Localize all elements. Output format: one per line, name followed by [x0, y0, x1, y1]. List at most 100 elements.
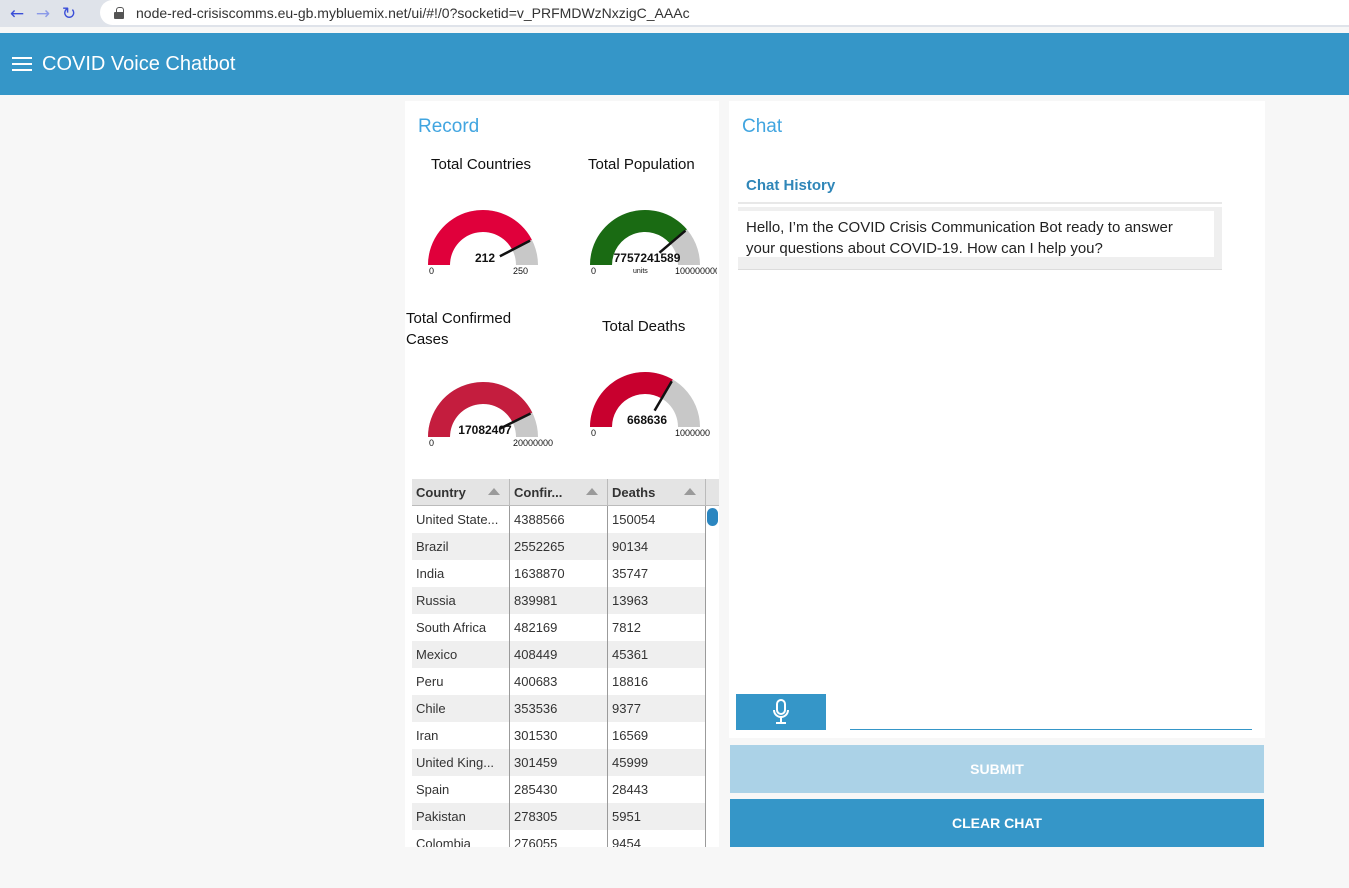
- sort-arrow-icon: [488, 488, 500, 495]
- cell-confirmed: 4388566: [510, 506, 608, 533]
- table-row[interactable]: Iran 301530 16569: [412, 722, 719, 749]
- table-row[interactable]: Mexico 408449 45361: [412, 641, 719, 668]
- cell-country: United State...: [412, 506, 510, 533]
- cell-country: United King...: [412, 749, 510, 776]
- chat-history: Hello, I’m the COVID Crisis Communicatio…: [738, 207, 1222, 270]
- cell-deaths: 9377: [608, 695, 706, 722]
- chat-history-title: Chat History: [746, 177, 836, 194]
- cell-deaths: 16569: [608, 722, 706, 749]
- country-table: Country Confir... Deaths United State...…: [412, 479, 719, 847]
- chat-title: Chat: [742, 116, 783, 137]
- table-row[interactable]: United King... 301459 45999: [412, 749, 719, 776]
- cell-deaths: 7812: [608, 614, 706, 641]
- gauge-min-label: 0: [591, 428, 597, 438]
- cell-deaths: 28443: [608, 776, 706, 803]
- table-row[interactable]: Spain 285430 28443: [412, 776, 719, 803]
- gauge-min-label: 0: [429, 438, 435, 448]
- cell-confirmed: 301530: [510, 722, 608, 749]
- chat-message: Hello, I’m the COVID Crisis Communicatio…: [738, 211, 1214, 257]
- cell-confirmed: 839981: [510, 587, 608, 614]
- gauge-title-confirmed: Total Confirmed Cases: [406, 310, 512, 348]
- cell-confirmed: 400683: [510, 668, 608, 695]
- address-bar[interactable]: node-red-crisiscomms.eu-gb.mybluemix.net…: [100, 0, 1349, 25]
- cell-confirmed: 482169: [510, 614, 608, 641]
- cell-confirmed: 2552265: [510, 533, 608, 560]
- cell-deaths: 18816: [608, 668, 706, 695]
- cell-country: India: [412, 560, 510, 587]
- gauge-max-label: 250: [513, 266, 529, 276]
- gauge-value: 668636: [626, 413, 668, 427]
- gauge-max-label: 20000000: [513, 438, 554, 448]
- cell-deaths: 45361: [608, 641, 706, 668]
- reload-icon[interactable]: ↻: [56, 2, 82, 26]
- microphone-icon: [773, 699, 789, 724]
- cell-deaths: 35747: [608, 560, 706, 587]
- gauge-max-label: 10000000000: [675, 266, 717, 276]
- gauge-value: 17082407: [458, 423, 512, 437]
- submit-button[interactable]: SUBMIT: [730, 745, 1264, 793]
- record-card: Record Total Countries 212 0 250 Total Pop…: [405, 101, 719, 847]
- table-row[interactable]: Pakistan 278305 5951: [412, 803, 719, 830]
- cell-country: Mexico: [412, 641, 510, 668]
- cell-country: Russia: [412, 587, 510, 614]
- table-row[interactable]: South Africa 482169 7812: [412, 614, 719, 641]
- cell-country: Brazil: [412, 533, 510, 560]
- table-row[interactable]: United State... 4388566 150054: [412, 506, 719, 533]
- chat-input[interactable]: [850, 701, 1252, 730]
- cell-confirmed: 353536: [510, 695, 608, 722]
- gauge-max-label: 1000000: [675, 428, 711, 438]
- gauge-confirmed: 17082407 0 20000000: [425, 373, 555, 453]
- url-text: node-red-crisiscomms.eu-gb.mybluemix.net…: [136, 4, 690, 21]
- table-row[interactable]: Peru 400683 18816: [412, 668, 719, 695]
- cell-confirmed: 285430: [510, 776, 608, 803]
- record-title: Record: [418, 116, 480, 137]
- cell-deaths: 90134: [608, 533, 706, 560]
- cell-confirmed: 1638870: [510, 560, 608, 587]
- gauge-min-label: 0: [429, 266, 435, 276]
- sort-arrow-icon: [586, 488, 598, 495]
- gauge-population: 7757241589 0 10000000000 units: [587, 201, 717, 281]
- gauge-min-label: 0: [591, 266, 597, 276]
- cell-deaths: 45999: [608, 749, 706, 776]
- cell-deaths: 9454: [608, 830, 706, 847]
- clear-chat-button[interactable]: CLEAR CHAT: [730, 799, 1264, 847]
- cell-confirmed: 301459: [510, 749, 608, 776]
- browser-toolbar: ← → ↻ node-red-crisiscomms.eu-gb.mybluem…: [0, 0, 1349, 27]
- mic-button[interactable]: [736, 694, 826, 730]
- gauge-value: 212: [474, 251, 496, 265]
- gauge-units: units: [633, 268, 648, 275]
- cell-deaths: 13963: [608, 587, 706, 614]
- scroll-thumb[interactable]: [707, 508, 718, 526]
- back-arrow-icon[interactable]: ←: [4, 2, 30, 26]
- table-body: United State... 4388566 150054 Brazil 255226…: [412, 506, 719, 847]
- cell-deaths: 5951: [608, 803, 706, 830]
- table-row[interactable]: Colombia 276055 9454: [412, 830, 719, 847]
- cell-country: Chile: [412, 695, 510, 722]
- cell-confirmed: 278305: [510, 803, 608, 830]
- gauge-title-countries: Total Countries: [431, 156, 532, 173]
- column-header-country[interactable]: Country: [412, 479, 510, 506]
- gauge-title-deaths: Total Deaths: [602, 318, 686, 335]
- column-header-confirmed[interactable]: Confir...: [510, 479, 608, 506]
- cell-country: Colombia: [412, 830, 510, 847]
- cell-confirmed: 408449: [510, 641, 608, 668]
- table-scrollbar[interactable]: [706, 506, 719, 847]
- cell-country: Pakistan: [412, 803, 510, 830]
- cell-country: Peru: [412, 668, 510, 695]
- app-header: COVID Voice Chatbot: [0, 33, 1349, 95]
- table-header: Country Confir... Deaths: [412, 479, 719, 506]
- gauge-deaths: 668636 0 1000000: [587, 363, 717, 443]
- cell-country: Iran: [412, 722, 510, 749]
- table-row[interactable]: India 1638870 35747: [412, 560, 719, 587]
- gauge-title-population: Total Population: [588, 156, 695, 173]
- column-header-deaths[interactable]: Deaths: [608, 479, 706, 506]
- gauge-countries: 212 0 250: [425, 201, 555, 281]
- menu-icon[interactable]: [12, 57, 32, 71]
- page-title: COVID Voice Chatbot: [42, 52, 236, 75]
- table-row[interactable]: Russia 839981 13963: [412, 587, 719, 614]
- lock-icon: [114, 7, 124, 19]
- forward-arrow-icon[interactable]: →: [30, 2, 56, 26]
- table-row[interactable]: Chile 353536 9377: [412, 695, 719, 722]
- table-row[interactable]: Brazil 2552265 90134: [412, 533, 719, 560]
- cell-country: Spain: [412, 776, 510, 803]
